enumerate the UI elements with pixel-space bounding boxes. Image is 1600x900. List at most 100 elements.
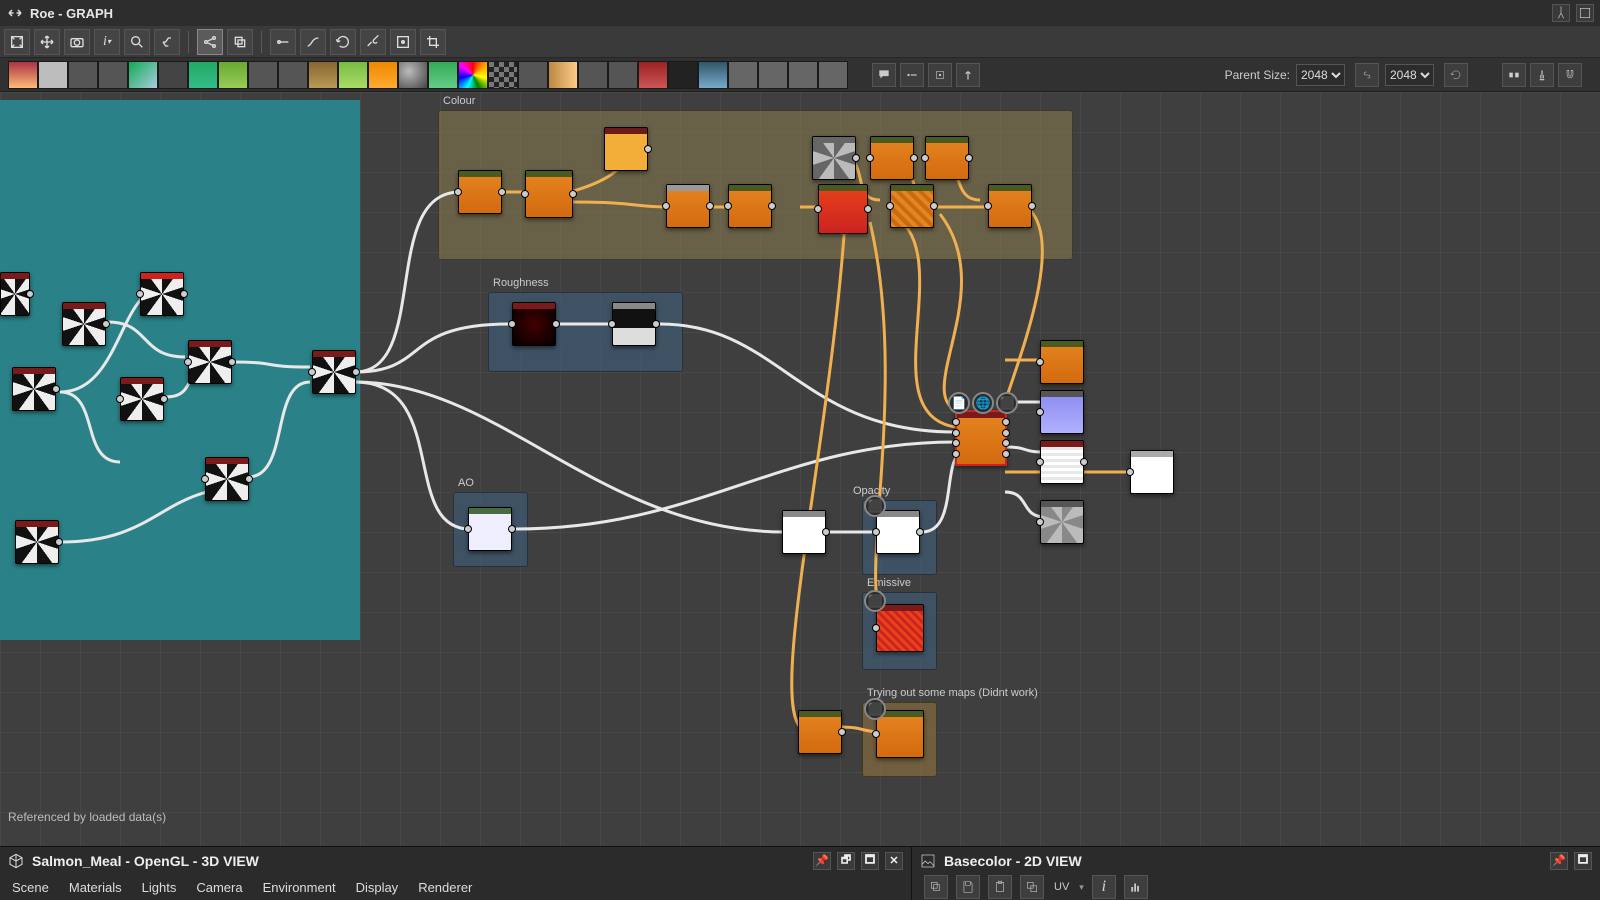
output-preview[interactable] bbox=[1130, 450, 1174, 494]
colour-node[interactable] bbox=[925, 136, 969, 180]
noise-node[interactable] bbox=[62, 302, 106, 346]
pal-orange[interactable] bbox=[368, 61, 398, 89]
colour-node[interactable] bbox=[666, 184, 710, 228]
emissive-badge-icon[interactable]: ⬛ bbox=[864, 590, 886, 612]
pal-wave[interactable] bbox=[518, 61, 548, 89]
pal-sphere[interactable] bbox=[398, 61, 428, 89]
roughness-node[interactable] bbox=[512, 302, 556, 346]
colour-node[interactable] bbox=[458, 170, 502, 214]
output-basecolor[interactable] bbox=[1040, 340, 1084, 384]
noise-node[interactable] bbox=[188, 340, 232, 384]
noise-node[interactable] bbox=[120, 377, 164, 421]
max-2d-icon[interactable]: 🗖 bbox=[1574, 852, 1592, 870]
pal-rainbow[interactable] bbox=[458, 61, 488, 89]
comment-arrow-icon[interactable] bbox=[956, 63, 980, 87]
link-size-icon[interactable] bbox=[1355, 63, 1379, 87]
ao-node[interactable] bbox=[468, 507, 512, 551]
pal-circle[interactable] bbox=[248, 61, 278, 89]
parent-size-width-select[interactable]: 2048 bbox=[1296, 64, 1345, 86]
opacity-node[interactable] bbox=[876, 510, 920, 554]
copy-button[interactable] bbox=[227, 29, 253, 55]
pal-card2[interactable] bbox=[758, 61, 788, 89]
pal-box[interactable] bbox=[308, 61, 338, 89]
paste-2d-icon[interactable] bbox=[988, 875, 1012, 899]
menu-lights[interactable]: Lights bbox=[142, 880, 177, 895]
menu-materials[interactable]: Materials bbox=[69, 880, 122, 895]
menu-environment[interactable]: Environment bbox=[263, 880, 336, 895]
uv-chevron-icon[interactable]: ▾ bbox=[1079, 882, 1084, 893]
badge-file-icon[interactable]: 📄 bbox=[948, 392, 970, 414]
colour-node[interactable] bbox=[890, 184, 934, 228]
link-nodes-button[interactable] bbox=[154, 29, 180, 55]
menu-camera[interactable]: Camera bbox=[196, 880, 242, 895]
fit-all-button[interactable] bbox=[4, 29, 30, 55]
zoom-button[interactable] bbox=[124, 29, 150, 55]
connector-dot-button[interactable] bbox=[270, 29, 296, 55]
pal-diamond[interactable] bbox=[638, 61, 668, 89]
pal-grid[interactable] bbox=[188, 61, 218, 89]
colour-node[interactable] bbox=[818, 184, 868, 234]
pal-solid[interactable] bbox=[38, 61, 68, 89]
pal-mirror[interactable] bbox=[548, 61, 578, 89]
comment-speech-icon[interactable] bbox=[872, 63, 896, 87]
restore-3d-icon[interactable]: 🗗 bbox=[837, 852, 855, 870]
pal-dots[interactable] bbox=[278, 61, 308, 89]
output-normal[interactable] bbox=[1040, 390, 1084, 434]
comment-target-icon[interactable] bbox=[928, 63, 952, 87]
reset-size-icon[interactable] bbox=[1444, 63, 1468, 87]
pal-card3[interactable] bbox=[788, 61, 818, 89]
layers-2d-icon[interactable] bbox=[1020, 875, 1044, 899]
uniform-white-node[interactable] bbox=[782, 510, 826, 554]
pin-2d-icon[interactable]: 📌 bbox=[1550, 852, 1568, 870]
pin-3d-icon[interactable]: 📌 bbox=[813, 852, 831, 870]
pin-window-icon[interactable] bbox=[1552, 4, 1570, 22]
max-3d-icon[interactable]: 🗖 bbox=[861, 852, 879, 870]
pal-text[interactable] bbox=[578, 61, 608, 89]
pal-binary[interactable] bbox=[668, 61, 698, 89]
pal-drop2[interactable] bbox=[158, 61, 188, 89]
dimension-icon[interactable] bbox=[1502, 63, 1526, 87]
graph-canvas[interactable]: Colour Roughness AO Opacity Emissive Try… bbox=[0, 92, 1600, 846]
noise-node[interactable] bbox=[0, 272, 30, 316]
pal-image[interactable] bbox=[8, 61, 38, 89]
menu-display[interactable]: Display bbox=[356, 880, 399, 895]
noise-node[interactable] bbox=[205, 457, 249, 501]
pal-card1[interactable] bbox=[728, 61, 758, 89]
pal-card4[interactable] bbox=[818, 61, 848, 89]
noise-node[interactable] bbox=[12, 367, 56, 411]
maximize-window-icon[interactable] bbox=[1576, 4, 1594, 22]
info-2d-icon[interactable]: i bbox=[1092, 875, 1116, 899]
histogram-2d-icon[interactable] bbox=[1124, 875, 1148, 899]
info-button[interactable]: i▾ bbox=[94, 29, 120, 55]
output-roughness[interactable] bbox=[1040, 440, 1084, 484]
copy-2d-icon[interactable] bbox=[924, 875, 948, 899]
pal-droplet[interactable] bbox=[68, 61, 98, 89]
move-button[interactable] bbox=[34, 29, 60, 55]
pal-checker[interactable] bbox=[488, 61, 518, 89]
settings-button[interactable] bbox=[360, 29, 386, 55]
opacity-badge-icon[interactable]: ⬛ bbox=[864, 495, 886, 517]
comment-dash-icon[interactable] bbox=[900, 63, 924, 87]
pal-green[interactable] bbox=[428, 61, 458, 89]
pal-curve[interactable] bbox=[128, 61, 158, 89]
colour-node[interactable] bbox=[870, 136, 914, 180]
output-ao[interactable] bbox=[1040, 500, 1084, 544]
pal-transform[interactable] bbox=[608, 61, 638, 89]
pal-terrain[interactable] bbox=[218, 61, 248, 89]
trying-badge-icon[interactable]: ⬛ bbox=[864, 698, 886, 720]
badge-globe-icon[interactable]: 🌐 bbox=[972, 392, 994, 414]
uniform-node[interactable] bbox=[604, 127, 648, 171]
roughness-node[interactable] bbox=[612, 302, 656, 346]
colour-node[interactable] bbox=[988, 184, 1032, 228]
colour-node[interactable] bbox=[525, 170, 573, 218]
snap-icon[interactable] bbox=[1530, 63, 1554, 87]
try-node[interactable] bbox=[798, 710, 842, 754]
pal-shuffle[interactable] bbox=[98, 61, 128, 89]
connector-curve-button[interactable] bbox=[300, 29, 326, 55]
noise-node[interactable] bbox=[140, 272, 184, 316]
camera-button[interactable] bbox=[64, 29, 90, 55]
refresh-button[interactable] bbox=[330, 29, 356, 55]
pal-crystal[interactable] bbox=[698, 61, 728, 89]
close-3d-icon[interactable]: ✕ bbox=[885, 852, 903, 870]
badge-cube-icon[interactable]: ⬛ bbox=[996, 392, 1018, 414]
